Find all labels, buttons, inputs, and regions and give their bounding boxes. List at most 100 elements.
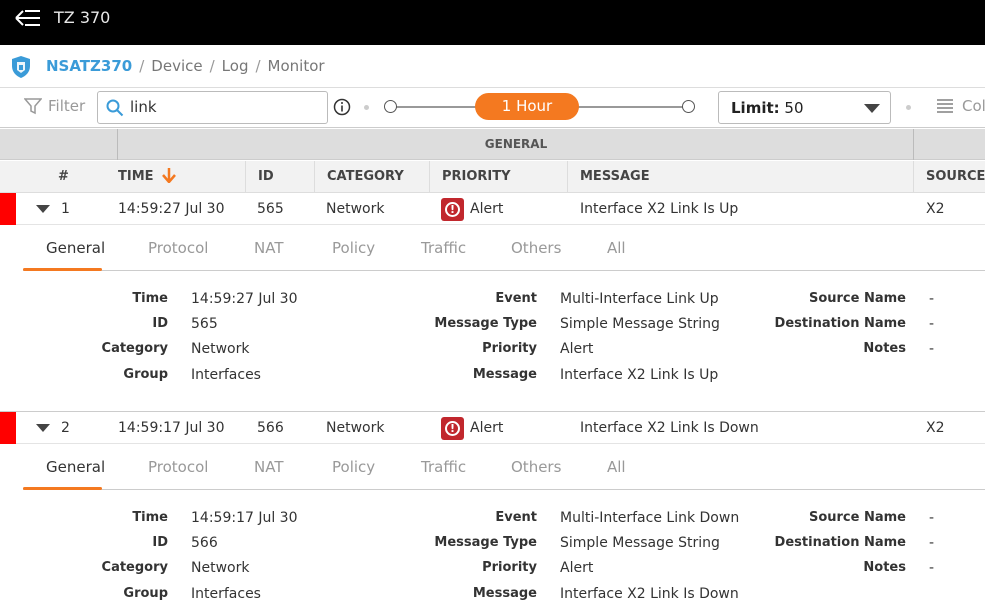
- detail-label-id: ID: [152, 316, 168, 331]
- detail-label-message-type: Message Type: [434, 535, 537, 550]
- breadcrumb-item-monitor[interactable]: Monitor: [268, 57, 325, 75]
- detail-tabs: General Protocol NAT Policy Traffic Othe…: [23, 225, 985, 271]
- detail-value-notes: -: [929, 341, 935, 357]
- tab-traffic[interactable]: Traffic: [421, 239, 466, 257]
- column-header-time[interactable]: TIME: [117, 161, 245, 193]
- row-detail-panel: General Protocol NAT Policy Traffic Othe…: [0, 444, 985, 609]
- column-header-priority[interactable]: PRIORITY: [429, 161, 567, 193]
- row-detail-panel: General Protocol NAT Policy Traffic Othe…: [0, 225, 985, 412]
- detail-label-time: Time: [132, 291, 168, 306]
- breadcrumb-item-log[interactable]: Log: [222, 57, 249, 75]
- tab-policy[interactable]: Policy: [332, 458, 375, 476]
- top-bar: TZ 370: [0, 0, 985, 45]
- detail-value-time: 14:59:27 Jul 30: [191, 291, 298, 307]
- detail-label-notes: Notes: [863, 560, 906, 575]
- tab-general[interactable]: General: [46, 458, 105, 476]
- detail-value-priority: Alert: [560, 560, 594, 576]
- columns-list-icon: [937, 99, 953, 113]
- search-box[interactable]: [97, 91, 328, 124]
- detail-value-destination-name: -: [929, 535, 935, 551]
- detail-tabs: General Protocol NAT Policy Traffic Othe…: [23, 444, 985, 490]
- tab-policy[interactable]: Policy: [332, 239, 375, 257]
- detail-label-group: Group: [123, 586, 168, 601]
- row-time: 14:59:17 Jul 30: [118, 420, 225, 436]
- tab-nat[interactable]: NAT: [254, 239, 283, 257]
- tab-others[interactable]: Others: [511, 458, 561, 476]
- row-message: Interface X2 Link Is Up: [580, 201, 739, 217]
- detail-label-source-name: Source Name: [808, 291, 906, 306]
- sort-down-arrow-icon: [162, 168, 177, 184]
- detail-value-priority: Alert: [560, 341, 594, 357]
- detail-value-source-name: -: [929, 510, 935, 526]
- alert-icon: !: [441, 417, 464, 440]
- shield-icon: [12, 56, 30, 78]
- detail-value-source-name: -: [929, 291, 935, 307]
- tab-protocol[interactable]: Protocol: [148, 458, 208, 476]
- detail-label-destination-name: Destination Name: [774, 316, 906, 331]
- time-slider-start-handle[interactable]: [384, 100, 397, 113]
- columns-button[interactable]: Columns: [936, 97, 985, 115]
- breadcrumb-device[interactable]: NSATZ370: [46, 57, 132, 75]
- detail-value-id: 566: [191, 535, 218, 551]
- filter-button[interactable]: Filter: [24, 97, 85, 115]
- column-header-message[interactable]: MESSAGE: [567, 161, 913, 193]
- menu-back-icon[interactable]: [14, 8, 42, 28]
- detail-label-message: Message: [472, 586, 537, 601]
- tab-all[interactable]: All: [607, 458, 626, 476]
- tab-protocol[interactable]: Protocol: [148, 239, 208, 257]
- detail-label-destination-name: Destination Name: [774, 535, 906, 550]
- tab-all[interactable]: All: [607, 239, 626, 257]
- detail-value-group: Interfaces: [191, 586, 261, 602]
- active-tab-indicator: [23, 268, 102, 271]
- column-header-num[interactable]: #: [0, 161, 117, 193]
- caret-down-icon[interactable]: [36, 424, 50, 432]
- time-range-handle[interactable]: 1 Hour: [475, 93, 579, 120]
- search-icon: [106, 99, 124, 117]
- table-header: # TIME ID CATEGORY PRIORITY MESSAGE SOUR…: [0, 161, 985, 193]
- detail-label-group: Group: [123, 367, 168, 382]
- column-header-category[interactable]: CATEGORY: [314, 161, 429, 193]
- separator-dot: [906, 105, 911, 110]
- tab-traffic[interactable]: Traffic: [421, 458, 466, 476]
- detail-label-id: ID: [152, 535, 168, 550]
- priority-marker: [0, 412, 16, 444]
- detail-value-event: Multi-Interface Link Down: [560, 510, 740, 526]
- detail-label-message-type: Message Type: [434, 316, 537, 331]
- breadcrumb-item-device[interactable]: Device: [151, 57, 202, 75]
- search-input[interactable]: [130, 98, 320, 116]
- detail-value-message: Interface X2 Link Is Down: [560, 586, 739, 602]
- tab-others[interactable]: Others: [511, 239, 561, 257]
- table-row[interactable]: 1 14:59:27 Jul 30 565 Network ! Alert In…: [0, 193, 985, 225]
- detail-value-category: Network: [191, 341, 250, 357]
- row-category: Network: [326, 201, 385, 217]
- caret-down-icon[interactable]: [36, 205, 50, 213]
- time-slider-end-handle[interactable]: [682, 100, 695, 113]
- detail-value-destination-name: -: [929, 316, 935, 332]
- detail-value-message: Interface X2 Link Is Up: [560, 367, 719, 383]
- filter-bar: Filter 1 Hour Limit: 50 Columns: [0, 88, 985, 128]
- detail-label-notes: Notes: [863, 341, 906, 356]
- table-row[interactable]: 2 14:59:17 Jul 30 566 Network ! Alert In…: [0, 412, 985, 444]
- column-header-source[interactable]: SOURCE: [913, 161, 985, 193]
- detail-label-message: Message: [472, 367, 537, 382]
- detail-value-group: Interfaces: [191, 367, 261, 383]
- limit-label: Limit:: [731, 99, 780, 117]
- row-time: 14:59:27 Jul 30: [118, 201, 225, 217]
- filter-funnel-icon: [24, 98, 42, 115]
- detail-label-time: Time: [132, 510, 168, 525]
- row-num: 2: [61, 420, 70, 436]
- detail-value-id: 565: [191, 316, 218, 332]
- detail-label-priority: Priority: [482, 341, 537, 356]
- limit-value: 50: [784, 99, 804, 117]
- info-icon[interactable]: [333, 98, 351, 116]
- tab-nat[interactable]: NAT: [254, 458, 283, 476]
- column-header-id[interactable]: ID: [245, 161, 314, 193]
- row-source: X2: [926, 420, 945, 436]
- tab-general[interactable]: General: [46, 239, 105, 257]
- separator-dot: [364, 105, 369, 110]
- group-header-general: GENERAL: [117, 129, 914, 160]
- columns-label: Columns: [962, 97, 985, 115]
- detail-value-category: Network: [191, 560, 250, 576]
- breadcrumb-bar: NSATZ370/Device / Log / Monitor: [0, 45, 985, 88]
- limit-select[interactable]: Limit: 50: [718, 91, 891, 124]
